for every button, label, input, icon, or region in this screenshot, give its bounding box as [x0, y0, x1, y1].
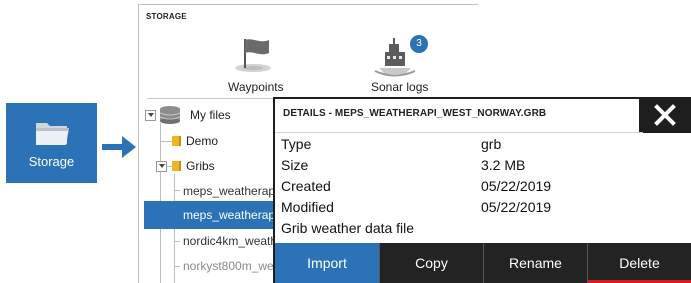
- field-value-type: grb: [481, 136, 502, 152]
- tree-file-item-selected[interactable]: meps_weatherapi_: [183, 208, 284, 222]
- field-value-size: 3.2 MB: [481, 157, 526, 173]
- field-label-created: Created: [281, 178, 331, 194]
- waypoints-label: Waypoints: [228, 80, 284, 94]
- close-icon: [654, 104, 676, 126]
- action-bar: Import Copy Rename Delete: [275, 243, 691, 283]
- field-label-modified: Modified: [281, 199, 334, 215]
- field-label-size: Size: [281, 157, 309, 173]
- folder-icon: [172, 161, 181, 171]
- field-value-modified: 05/22/2019: [481, 199, 552, 215]
- storage-tile[interactable]: Storage: [6, 103, 97, 183]
- database-icon: [159, 106, 181, 124]
- arrow-right-icon: [102, 136, 136, 158]
- folder-icon: [172, 136, 181, 146]
- tree-item-demo[interactable]: Demo: [186, 134, 218, 148]
- delete-button-label: Delete: [619, 255, 660, 271]
- folder-icon: [36, 123, 69, 145]
- delete-button[interactable]: Delete: [587, 243, 691, 283]
- storage-tile-label: Storage: [28, 154, 75, 169]
- tree-file-item[interactable]: norkyst800m_weat: [183, 259, 284, 273]
- storage-panel-title: STORAGE: [146, 12, 187, 21]
- sonar-logs-label: Sonar logs: [371, 80, 429, 94]
- tree-item-my-files[interactable]: My files: [190, 108, 231, 122]
- waypoint-flag-icon: [235, 39, 271, 72]
- close-button[interactable]: [639, 97, 691, 133]
- field-value-created: 05/22/2019: [481, 178, 552, 194]
- rename-button[interactable]: Rename: [483, 243, 587, 283]
- tree-item-gribs[interactable]: Gribs: [186, 159, 215, 173]
- file-description: Grib weather data file: [281, 220, 415, 236]
- tree-file-item[interactable]: nordic4km_weathe: [183, 234, 284, 248]
- collapse-my-files-toggle[interactable]: [145, 110, 156, 121]
- sonar-logs-count-badge: 3: [409, 34, 429, 54]
- tree-file-item[interactable]: meps_weatherapi_i: [183, 184, 287, 198]
- details-dialog: DETAILS - MEPS_WEATHERAPI_WEST_NORWAY.GR…: [273, 97, 691, 283]
- import-button[interactable]: Import: [275, 243, 379, 283]
- field-label-type: Type: [281, 136, 312, 152]
- details-dialog-title: DETAILS - MEPS_WEATHERAPI_WEST_NORWAY.GR…: [283, 108, 547, 119]
- copy-button[interactable]: Copy: [379, 243, 483, 283]
- collapse-gribs-toggle[interactable]: [156, 161, 167, 172]
